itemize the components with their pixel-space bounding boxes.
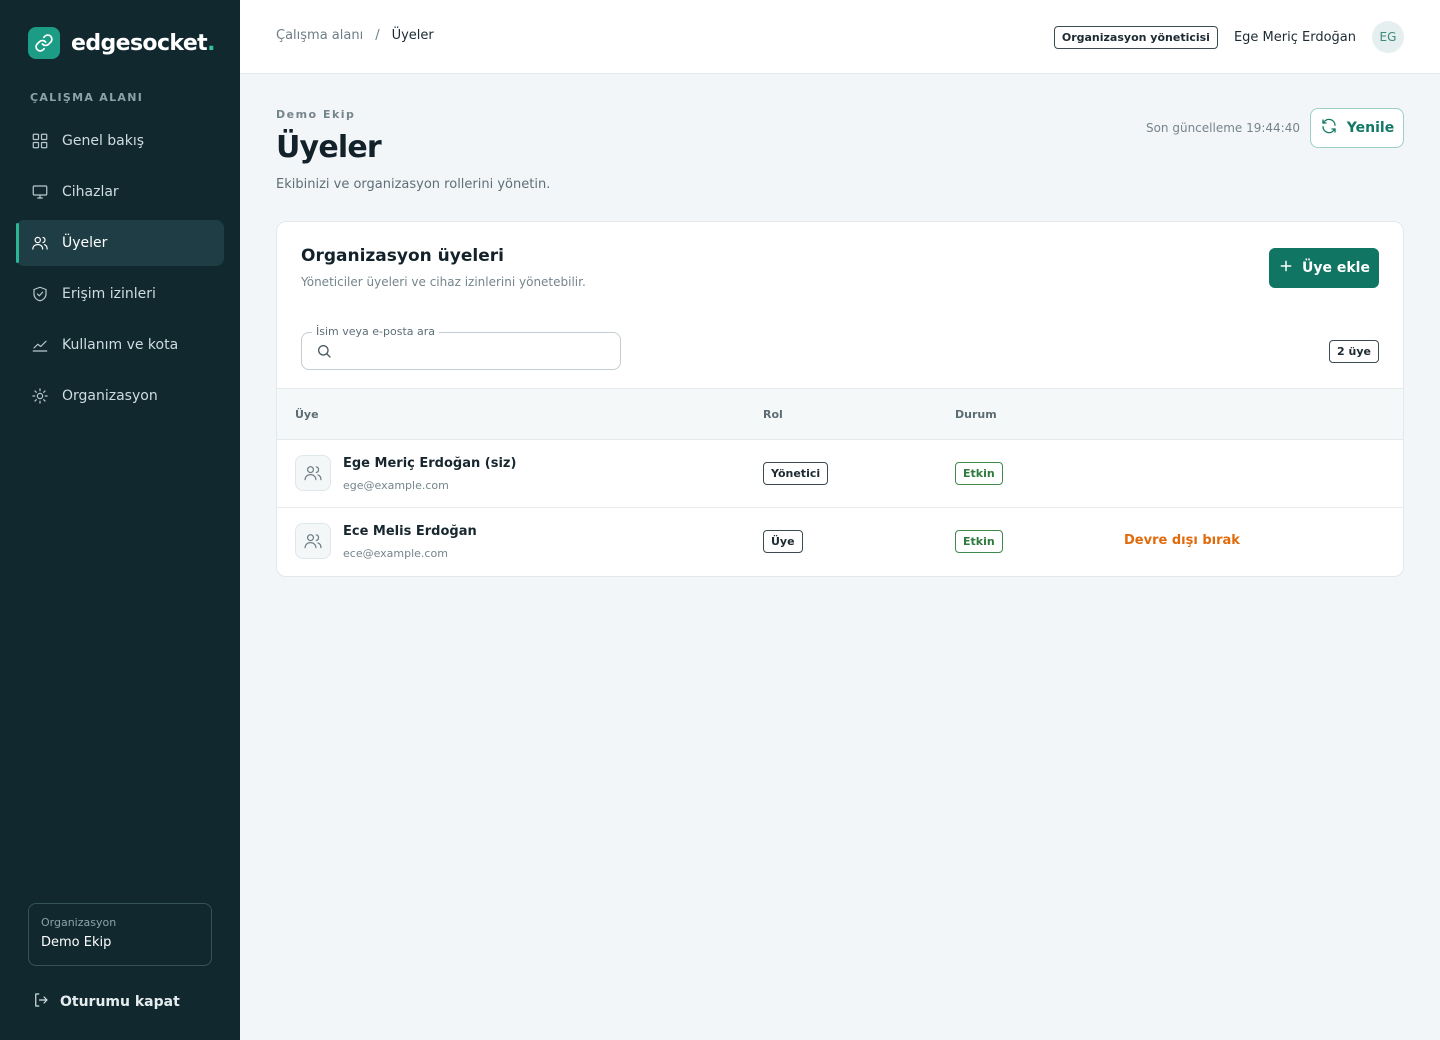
member-email: ege@example.com [343, 479, 449, 492]
table-header: Üye Rol Durum [277, 388, 1403, 440]
refresh-label: Yenile [1346, 120, 1395, 136]
sidebar-item-access[interactable]: Erişim izinleri [16, 271, 224, 317]
logout-button[interactable]: Oturumu kapat [32, 990, 180, 1014]
members-card: Organizasyon üyeleri Yöneticiler üyeleri… [276, 221, 1404, 577]
sidebar-item-label: Organizasyon [62, 388, 158, 404]
breadcrumb-root[interactable]: Çalışma alanı [276, 28, 363, 43]
role-badge: Üye [763, 530, 803, 553]
member-count-badge: 2 üye [1329, 340, 1379, 363]
member-name: Ece Melis Erdoğan [343, 524, 477, 539]
sidebar-item-label: Üyeler [62, 235, 108, 251]
role-badge: Organizasyon yöneticisi [1053, 25, 1218, 49]
status-badge: Etkin [955, 530, 1003, 553]
card-subtitle: Yöneticiler üyeleri ve cihaz izinlerini … [301, 275, 586, 289]
page-eyebrow: Demo Ekip [276, 108, 356, 121]
users-icon [295, 455, 331, 491]
grid-icon [30, 131, 50, 151]
user-name: Ege Meriç Erdoğan [1233, 29, 1356, 45]
sidebar-item-label: Kullanım ve kota [62, 337, 179, 353]
sidebar-item-organization[interactable]: Organizasyon [16, 373, 224, 419]
add-member-button[interactable]: Üye ekle [1269, 248, 1379, 288]
add-member-label: Üye ekle [1302, 260, 1370, 276]
logout-label: Oturumu kapat [60, 994, 180, 1010]
brand-logo[interactable]: edgesocket. [28, 27, 215, 59]
search-label: İsim veya e-posta ara [312, 325, 440, 338]
column-header-role: Rol [763, 408, 783, 421]
chart-line-icon [30, 335, 50, 355]
member-name: Ege Meriç Erdoğan (siz) [343, 456, 517, 471]
link-icon [28, 27, 60, 59]
sidebar-item-usage[interactable]: Kullanım ve kota [16, 322, 224, 368]
deactivate-member-button[interactable]: Devre dışı bırak [1124, 533, 1240, 548]
brand-dot: . [207, 30, 215, 56]
sidebar: edgesocket. ÇALIŞMA ALANI Genel bakış Ci… [0, 0, 240, 1040]
sidebar-nav: Genel bakış Cihazlar Üyeler Erişim izinl… [16, 118, 224, 424]
page-subtitle: Ekibinizi ve organizasyon rollerini yöne… [276, 177, 551, 192]
search-icon [316, 343, 332, 363]
refresh-icon [1320, 117, 1338, 139]
logout-icon [32, 991, 50, 1013]
breadcrumb-separator: / [375, 28, 380, 43]
role-badge: Yönetici [763, 462, 829, 485]
avatar[interactable]: EG [1372, 21, 1404, 53]
sidebar-item-devices[interactable]: Cihazlar [16, 169, 224, 215]
sidebar-item-label: Genel bakış [62, 133, 145, 149]
table-row: Ege Meriç Erdoğan (siz) ege@example.com … [277, 440, 1403, 508]
search-field[interactable]: İsim veya e-posta ara [301, 325, 621, 370]
status-badge: Etkin [955, 462, 1003, 485]
users-icon [295, 523, 331, 559]
monitor-icon [30, 182, 50, 202]
shield-check-icon [30, 284, 50, 304]
search-input[interactable] [342, 339, 612, 363]
organization-name: Demo Ekip [41, 935, 112, 950]
plus-icon [1278, 258, 1294, 278]
user-area: Organizasyon yöneticisi Ege Meriç Erdoğa… [1053, 21, 1404, 53]
breadcrumb: Çalışma alanı / Üyeler [276, 28, 434, 43]
organization-label: Organizasyon [41, 916, 117, 929]
refresh-button[interactable]: Yenile [1310, 108, 1404, 148]
topbar: Çalışma alanı / Üyeler Organizasyon yöne… [240, 0, 1440, 74]
page-title: Üyeler [276, 130, 382, 165]
sidebar-item-label: Erişim izinleri [62, 286, 156, 302]
users-icon [30, 233, 50, 253]
sun-gear-icon [30, 386, 50, 406]
organization-selector[interactable]: Organizasyon Demo Ekip [28, 903, 212, 966]
sidebar-item-overview[interactable]: Genel bakış [16, 118, 224, 164]
brand-name: edgesocket. [71, 30, 215, 56]
column-header-status: Durum [955, 408, 997, 421]
member-email: ece@example.com [343, 547, 448, 560]
nav-section-label: ÇALIŞMA ALANI [30, 91, 144, 104]
card-title: Organizasyon üyeleri [301, 246, 504, 266]
sidebar-item-label: Cihazlar [62, 184, 119, 200]
breadcrumb-current: Üyeler [391, 28, 434, 43]
column-header-member: Üye [295, 408, 319, 421]
sidebar-item-members[interactable]: Üyeler [16, 220, 224, 266]
table-row: Ece Melis Erdoğan ece@example.com Üye Et… [277, 508, 1403, 576]
last-updated: Son güncelleme 19:44:40 [1145, 121, 1300, 135]
